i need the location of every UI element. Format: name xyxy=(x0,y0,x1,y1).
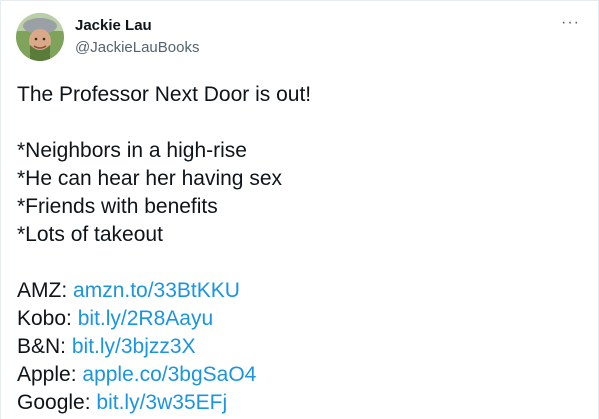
bullet-line: *Friends with benefits xyxy=(17,195,218,218)
store-label: B&N: xyxy=(17,335,67,358)
store-label: Apple: xyxy=(17,363,77,386)
tweet-headline: The Professor Next Door is out! xyxy=(17,83,312,106)
link-line-amz: AMZ: amzn.to/33BtKKU xyxy=(17,277,582,305)
google-link[interactable]: bit.ly/3w35EFj xyxy=(96,391,227,414)
bullet-line: *Lots of takeout xyxy=(17,223,163,246)
bn-link[interactable]: bit.ly/3bjzz3X xyxy=(72,335,196,358)
store-label: Kobo: xyxy=(17,307,72,330)
store-label: AMZ: xyxy=(17,279,68,302)
avatar-image xyxy=(16,13,64,61)
bullet-line: *Neighbors in a high-rise xyxy=(17,139,247,162)
more-options-icon[interactable]: ··· xyxy=(561,14,580,32)
amz-link[interactable]: amzn.to/33BtKKU xyxy=(73,279,240,302)
link-line-kobo: Kobo: bit.ly/2R8Aayu xyxy=(17,305,582,333)
author-handle[interactable]: @JackieLauBooks xyxy=(75,39,199,56)
link-line-bn: B&N: bit.ly/3bjzz3X xyxy=(17,333,582,361)
avatar[interactable] xyxy=(16,13,64,61)
store-label: Google: xyxy=(17,391,91,414)
apple-link[interactable]: apple.co/3bgSaO4 xyxy=(82,363,256,386)
link-line-apple: Apple: apple.co/3bgSaO4 xyxy=(17,361,582,389)
tweet-card: Jackie Lau @JackieLauBooks ··· The Profe… xyxy=(0,0,599,419)
bullet-line: *He can hear her having sex xyxy=(17,167,282,190)
author-name[interactable]: Jackie Lau xyxy=(75,17,152,34)
tweet-text: The Professor Next Door is out! *Neighbo… xyxy=(17,81,582,417)
kobo-link[interactable]: bit.ly/2R8Aayu xyxy=(78,307,213,330)
link-line-google: Google: bit.ly/3w35EFj xyxy=(17,389,582,417)
